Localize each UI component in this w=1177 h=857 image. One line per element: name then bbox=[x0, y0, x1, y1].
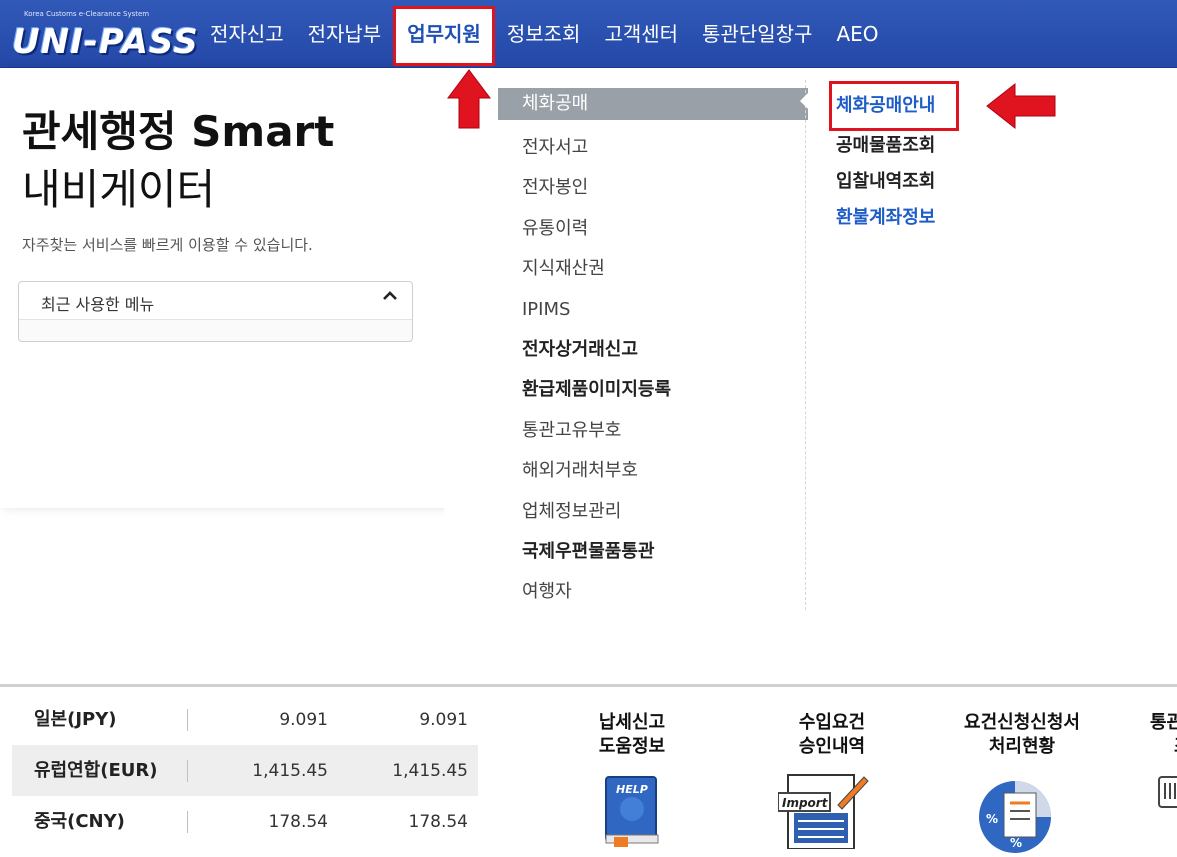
nav-item-business-support[interactable]: 업무지원 bbox=[393, 6, 495, 66]
main-nav: 전자신고 전자납부 업무지원 정보조회 고객센터 통관단일창구 AEO bbox=[198, 0, 891, 68]
menu-item[interactable]: 해외거래처부호 bbox=[498, 451, 808, 491]
percent-icon-text: % bbox=[1010, 836, 1022, 850]
menu-list: 체화공매전자서고 전자봉인 유통이력 지식재산권 IPIMS 전자상거래신고 환급제품이미지… bbox=[498, 88, 808, 613]
shortcut-label-line1: 수입요건 bbox=[798, 712, 866, 733]
menu-divider bbox=[805, 80, 806, 610]
shortcut-label-line2: 조 bbox=[1150, 735, 1177, 759]
shortcut-label-line2: 처리현황 bbox=[988, 736, 1056, 757]
nav-item-electronic-payment[interactable]: 전자납부 bbox=[296, 0, 394, 68]
help-icon-text: HELP bbox=[616, 783, 648, 796]
smart-navigator-panel: 관세행정 Smart 내비게이터 자주찾는 서비스를 빠르게 이용할 수 있습니… bbox=[0, 68, 444, 508]
import-document-icon[interactable]: Import bbox=[777, 773, 870, 853]
nav-item-customer-center[interactable]: 고객센터 bbox=[592, 0, 690, 68]
submenu-list: 체화공매안내 공매물품조회 입찰내역조회 환불계좌정보 bbox=[829, 81, 959, 236]
shortcut-label[interactable]: 통관조 bbox=[1150, 711, 1177, 759]
pie-chart-icon[interactable]: %% bbox=[970, 773, 1060, 857]
business-support-menu: 체화공매전자서고 전자봉인 유통이력 지식재산권 IPIMS 전자상거래신고 환급제품이미지… bbox=[444, 68, 808, 613]
submenu-item[interactable]: 공매물품조회 bbox=[836, 128, 952, 164]
menu-item[interactable]: 전자서고 bbox=[498, 128, 808, 168]
barcode-icon[interactable] bbox=[1155, 773, 1177, 817]
chevron-up-icon[interactable] bbox=[382, 288, 398, 309]
shortcut-label[interactable]: 납세신고도움정보 bbox=[552, 711, 712, 759]
recent-menu-label: 최근 사용한 메뉴 bbox=[41, 295, 155, 314]
currency-name: 일본(JPY) bbox=[12, 708, 188, 731]
shortcut-label[interactable]: 요건신청신청서처리현황 bbox=[942, 711, 1102, 759]
recent-menu-header[interactable]: 최근 사용한 메뉴 bbox=[19, 282, 412, 320]
table-row: 중국(CNY) 178.54 178.54 bbox=[12, 796, 478, 847]
shortcut-label-line1: 통관 bbox=[1150, 712, 1177, 733]
exchange-rate-table: 일본(JPY) 9.091 9.091 유럽연합(EUR) 1,415.45 1,415.… bbox=[12, 694, 478, 853]
nav-item-single-window[interactable]: 통관단일창구 bbox=[690, 0, 824, 68]
submenu-item[interactable]: 체화공매안내 bbox=[829, 81, 959, 131]
selection-notch bbox=[800, 93, 808, 109]
recent-menu-box: 최근 사용한 메뉴 bbox=[18, 281, 413, 342]
shortcut-label-line2: 승인내역 bbox=[798, 736, 866, 757]
table-row: 일본(JPY) 9.091 9.091 bbox=[12, 694, 478, 745]
nav-item-information-inquiry[interactable]: 정보조회 bbox=[495, 0, 593, 68]
menu-item[interactable]: 환급제품이미지등록 bbox=[498, 370, 808, 410]
red-arrow-up-icon bbox=[447, 69, 491, 129]
rate-value: 9.091 bbox=[419, 709, 468, 730]
shortcut-panel: 납세신고도움정보 HELP 수입요건승인내역 Import 요건신청신청서처리현황%% 통… bbox=[500, 687, 1177, 853]
submenu-item[interactable]: 환불계좌정보 bbox=[836, 200, 952, 236]
panel-title-bold: 관세행정 Smart bbox=[22, 107, 335, 156]
menu-item[interactable]: 체화공매 bbox=[498, 88, 808, 120]
rate-value: 9.091 bbox=[279, 709, 328, 730]
unipass-logo[interactable]: Korea Customs e-Clearance System UNI-PAS… bbox=[12, 10, 198, 62]
shortcut-label-line2: 도움정보 bbox=[598, 736, 666, 757]
nav-item-aeo[interactable]: AEO bbox=[824, 0, 890, 68]
rate-value: 178.54 bbox=[268, 811, 328, 832]
percent-icon-text: % bbox=[986, 812, 998, 826]
logo-name: UNI-PASS bbox=[12, 22, 199, 62]
currency-name: 유럽연합(EUR) bbox=[12, 759, 188, 782]
shortcut-label-line1: 요건신청신청서 bbox=[964, 712, 1080, 733]
menu-item[interactable]: 전자봉인 bbox=[498, 168, 808, 208]
red-arrow-left-icon bbox=[986, 82, 1056, 130]
menu-item[interactable]: 업체정보관리 bbox=[498, 492, 808, 532]
shortcut-label[interactable]: 수입요건승인내역 bbox=[752, 711, 912, 759]
import-icon-text: Import bbox=[782, 796, 829, 810]
panel-title-light: 내비게이터 bbox=[22, 165, 216, 214]
menu-item[interactable]: 여행자 bbox=[498, 572, 808, 612]
logo-subtitle: Korea Customs e-Clearance System bbox=[24, 10, 150, 18]
currency-name: 중국(CNY) bbox=[12, 810, 188, 833]
menu-item[interactable]: 통관고유부호 bbox=[498, 411, 808, 451]
shortcut-label-line1: 납세신고 bbox=[598, 712, 666, 733]
menu-item[interactable]: 유통이력 bbox=[498, 209, 808, 249]
rate-value: 1,415.45 bbox=[392, 760, 468, 781]
table-row: 유럽연합(EUR) 1,415.45 1,415.45 bbox=[12, 745, 478, 796]
menu-item[interactable]: 전자상거래신고 bbox=[498, 330, 808, 370]
top-navigation-bar: Korea Customs e-Clearance System UNI-PAS… bbox=[0, 0, 1177, 68]
rate-value: 178.54 bbox=[408, 811, 468, 832]
menu-item[interactable]: 지식재산권 bbox=[498, 249, 808, 289]
submenu-item[interactable]: 입찰내역조회 bbox=[836, 164, 952, 200]
menu-item[interactable]: 국제우편물품통관 bbox=[498, 532, 808, 572]
menu-item[interactable]: IPIMS bbox=[498, 290, 808, 330]
panel-description: 자주찾는 서비스를 빠르게 이용할 수 있습니다. bbox=[22, 236, 313, 254]
nav-item-electronic-declaration[interactable]: 전자신고 bbox=[198, 0, 296, 68]
help-book-icon[interactable]: HELP bbox=[600, 773, 664, 853]
rate-value: 1,415.45 bbox=[252, 760, 328, 781]
